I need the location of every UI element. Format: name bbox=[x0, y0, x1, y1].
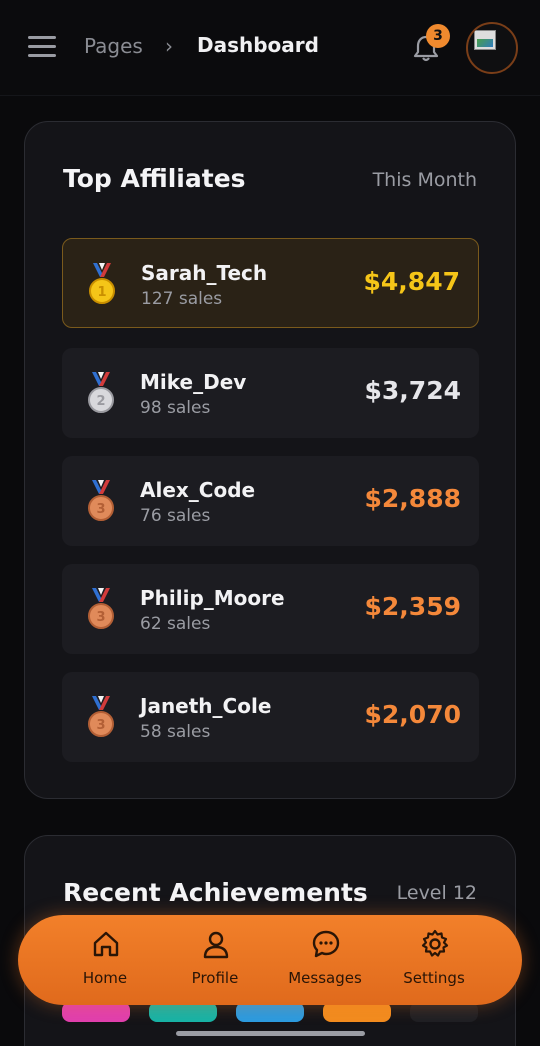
affiliate-sales: 62 sales bbox=[140, 614, 211, 634]
achievement-pill[interactable] bbox=[62, 1002, 130, 1022]
affiliate-name: Alex_Code bbox=[140, 478, 256, 502]
nav-profile-label: Profile bbox=[191, 969, 239, 987]
gold-medal-icon: 1 bbox=[89, 263, 115, 304]
achievement-pill[interactable] bbox=[236, 1002, 304, 1022]
svg-text:2: 2 bbox=[96, 394, 105, 409]
achievement-pill[interactable] bbox=[149, 1002, 217, 1022]
achievement-pill[interactable] bbox=[410, 1002, 478, 1022]
affiliate-amount: $2,070 bbox=[364, 700, 461, 729]
affiliate-row[interactable]: 3 Philip_Moore 62 sales $2,359 bbox=[62, 564, 479, 654]
svg-text:3: 3 bbox=[96, 610, 105, 625]
chat-icon bbox=[312, 930, 340, 958]
svg-text:3: 3 bbox=[96, 718, 105, 733]
home-indicator bbox=[176, 1031, 365, 1036]
nav-messages-label: Messages bbox=[288, 969, 362, 987]
bronze-medal-icon: 3 bbox=[88, 696, 114, 737]
affiliate-row[interactable]: 1 Sarah_Tech 127 sales $4,847 bbox=[62, 238, 479, 328]
top-bar: Pages › Dashboard 3 bbox=[0, 0, 540, 96]
nav-home-label: Home bbox=[82, 969, 128, 987]
svg-text:1: 1 bbox=[97, 285, 106, 300]
notification-badge: 3 bbox=[426, 24, 450, 48]
affiliate-amount: $4,847 bbox=[363, 267, 460, 296]
level-label: Level 12 bbox=[396, 882, 477, 904]
gear-icon bbox=[421, 929, 449, 957]
nav-settings-label: Settings bbox=[403, 969, 465, 987]
bottom-navigation: Home Profile Messages Settings bbox=[18, 915, 522, 1005]
affiliate-amount: $3,724 bbox=[364, 376, 461, 405]
nav-messages[interactable]: Messages bbox=[270, 915, 380, 1005]
silver-medal-icon: 2 bbox=[88, 372, 114, 413]
affiliate-sales: 127 sales bbox=[141, 289, 223, 309]
recent-achievements-title: Recent Achievements bbox=[63, 878, 368, 907]
affiliate-sales: 58 sales bbox=[140, 722, 211, 742]
affiliate-amount: $2,888 bbox=[364, 484, 461, 513]
affiliate-name: Sarah_Tech bbox=[141, 261, 268, 285]
bronze-medal-icon: 3 bbox=[88, 480, 114, 521]
affiliate-row[interactable]: 3 Alex_Code 76 sales $2,888 bbox=[62, 456, 479, 546]
user-icon bbox=[203, 931, 229, 959]
affiliate-sales: 76 sales bbox=[140, 506, 211, 526]
bronze-medal-icon: 3 bbox=[88, 588, 114, 629]
nav-profile[interactable]: Profile bbox=[160, 915, 270, 1005]
affiliate-name: Mike_Dev bbox=[140, 370, 247, 394]
avatar-image bbox=[474, 30, 496, 50]
achievement-pill[interactable] bbox=[323, 1002, 391, 1022]
nav-home[interactable]: Home bbox=[50, 915, 160, 1005]
breadcrumb-parent[interactable]: Pages bbox=[84, 34, 143, 58]
hamburger-menu-icon[interactable] bbox=[28, 36, 56, 58]
svg-text:3: 3 bbox=[96, 502, 105, 517]
period-label[interactable]: This Month bbox=[373, 169, 477, 191]
top-affiliates-title: Top Affiliates bbox=[63, 164, 246, 193]
affiliate-row[interactable]: 3 Janeth_Cole 58 sales $2,070 bbox=[62, 672, 479, 762]
affiliate-sales: 98 sales bbox=[140, 398, 211, 418]
top-affiliates-card: Top Affiliates This Month 1 Sarah_Tech 127… bbox=[24, 121, 516, 799]
affiliate-row[interactable]: 2 Mike_Dev 98 sales $3,724 bbox=[62, 348, 479, 438]
breadcrumb-current: Dashboard bbox=[197, 33, 319, 57]
affiliate-amount: $2,359 bbox=[364, 592, 461, 621]
affiliate-name: Janeth_Cole bbox=[140, 694, 272, 718]
home-icon bbox=[93, 931, 119, 957]
affiliate-name: Philip_Moore bbox=[140, 586, 285, 610]
breadcrumb-separator: › bbox=[165, 34, 173, 58]
avatar[interactable] bbox=[466, 22, 518, 74]
nav-settings[interactable]: Settings bbox=[379, 915, 489, 1005]
